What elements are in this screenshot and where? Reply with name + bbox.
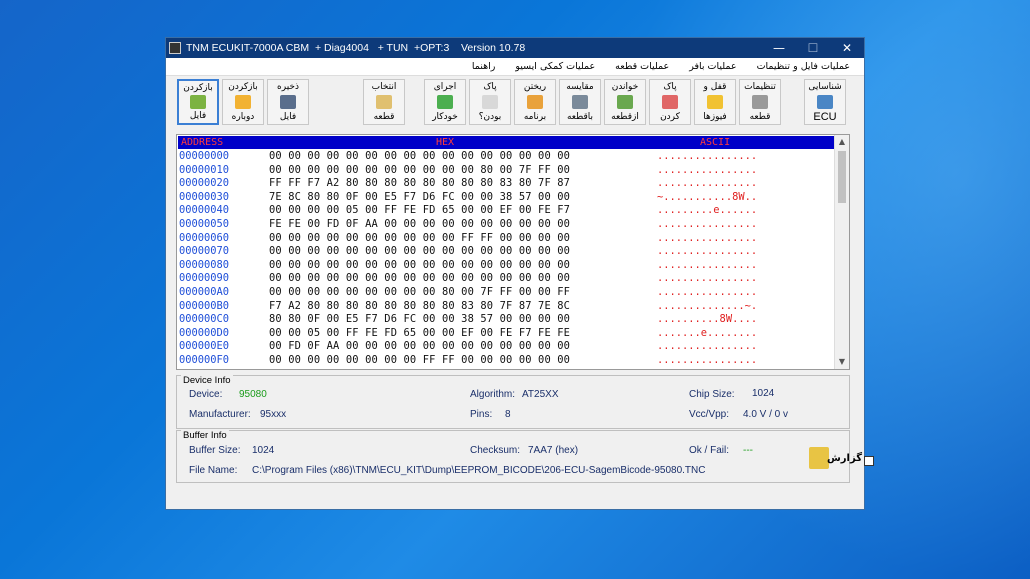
compare-button[interactable]: مقایسه باقطعه (559, 79, 601, 125)
eraser-icon (662, 95, 678, 109)
read-chip-icon (617, 95, 633, 109)
auto-run-button[interactable]: اجرای خودکار (424, 79, 466, 125)
ok-fail-value: --- (743, 445, 753, 456)
blank-check-button[interactable]: پاک بودن؟ (469, 79, 511, 125)
toolbar: بازکردن فایل بازکردن دوباره ذخیره فایل ا… (166, 76, 864, 130)
report-icon (809, 447, 829, 469)
hex-row[interactable]: 00000010 00 00 00 00 00 00 00 00 00 00 00… (179, 164, 834, 178)
device-info-group: Device Info Device: 95080 Algorithm: AT2… (176, 375, 850, 429)
hex-row[interactable]: 00000050 FE FE 00 FD 0F AA 00 00 00 00 00… (179, 218, 834, 232)
hex-row[interactable]: 00000000 00 00 00 00 00 00 00 00 00 00 00… (179, 150, 834, 164)
write-chip-icon (527, 95, 543, 109)
folder-open-icon (190, 95, 206, 109)
hex-row[interactable]: 000000C0 80 80 0F 00 E5 F7 D6 FC 00 00 38… (179, 313, 834, 327)
hex-rows: 00000000 00 00 00 00 00 00 00 00 00 00 00… (179, 150, 834, 368)
header-address: ADDRESS (181, 137, 224, 148)
close-button[interactable]: ✕ (830, 38, 864, 58)
save-file-button[interactable]: ذخیره فایل (267, 79, 309, 125)
lock-icon (707, 95, 723, 109)
hex-row[interactable]: 00000030 7E 8C 80 80 0F 00 E5 F7 D6 FC 00… (179, 191, 834, 205)
window-title: TNM ECUKIT-7000A CBM + Diag4004 + TUN +O… (186, 42, 526, 54)
algorithm-value: AT25XX (522, 389, 559, 400)
minimize-button[interactable]: — (762, 38, 796, 58)
hex-row[interactable]: 000000A0 00 00 00 00 00 00 00 00 00 80 00… (179, 286, 834, 300)
report-checkbox[interactable]: گزارش (809, 447, 875, 469)
floppy-disk-icon (280, 95, 296, 109)
hex-row[interactable]: 00000020 FF FF F7 A2 80 80 80 80 80 80 80… (179, 177, 834, 191)
compare-icon (572, 95, 588, 109)
select-chip-button[interactable]: انتخاب قطعه (363, 79, 405, 125)
header-ascii: ASCII (700, 137, 731, 148)
menu-bar: عملیات فایل و تنظیمات عملیات بافر عملیات… (166, 58, 864, 76)
chip-size-value: 1024 (752, 388, 775, 399)
title-bar[interactable]: TNM ECUKIT-7000A CBM + Diag4004 + TUN +O… (166, 38, 864, 58)
buffer-info-group: Buffer Info Buffer Size: 1024 Checksum: … (176, 430, 875, 483)
ecu-icon (817, 95, 833, 109)
vcc-value: 4.0 V / 0 v (743, 409, 789, 420)
pins-value: 8 (505, 409, 511, 420)
hex-row[interactable]: 000000F0 00 00 00 00 00 00 00 00 FF FF 00… (179, 354, 834, 368)
reopen-file-button[interactable]: بازکردن دوباره (222, 79, 264, 125)
menu-file-settings[interactable]: عملیات فایل و تنظیمات (747, 61, 860, 72)
report-label: گزارش (827, 452, 863, 464)
app-window: TNM ECUKIT-7000A CBM + Diag4004 + TUN +O… (165, 37, 875, 510)
manufacturer-value: 95xxx (260, 409, 287, 420)
scroll-up-icon[interactable]: ▲ (835, 135, 849, 149)
hex-row[interactable]: 000000D0 00 00 05 00 FF FE FD 65 00 00 EF… (179, 327, 834, 341)
device-value: 95080 (239, 389, 267, 400)
arrow-right-icon (437, 95, 453, 109)
scroll-thumb[interactable] (838, 151, 846, 203)
menu-ecu-tools[interactable]: عملیات کمکی ایسیو (505, 61, 605, 72)
vertical-scrollbar[interactable]: ▲ ▼ (834, 135, 849, 369)
menu-chip[interactable]: عملیات قطعه (605, 61, 679, 72)
header-hex: HEX (436, 137, 455, 148)
program-button[interactable]: ریختن برنامه (514, 79, 556, 125)
load-file-button[interactable]: بازکردن فایل (177, 79, 219, 125)
buffer-size-value: 1024 (252, 445, 275, 456)
checksum-value: 7AA7 (hex) (528, 445, 579, 456)
hex-row[interactable]: 00000070 00 00 00 00 00 00 00 00 00 00 00… (179, 245, 834, 259)
device-info-title: Device Info (181, 375, 233, 386)
hex-row[interactable]: 00000040 00 00 00 00 05 00 FF FE FD 65 00… (179, 204, 834, 218)
hex-row[interactable]: 000000E0 00 FD 0F AA 00 00 00 00 00 00 00… (179, 340, 834, 354)
hex-editor[interactable]: ADDRESS HEX ASCII 00000000 00 00 00 00 00… (176, 134, 850, 370)
hex-row[interactable]: 000000B0 F7 A2 80 80 80 80 80 80 80 80 83… (179, 300, 834, 314)
chip-select-icon (376, 95, 392, 109)
erase-button[interactable]: پاک کردن (649, 79, 691, 125)
blank-check-icon (482, 95, 498, 109)
menu-buffer[interactable]: عملیات بافر (679, 61, 746, 72)
app-icon (169, 42, 181, 54)
ecu-identify-button[interactable]: شناسایی ECU (804, 79, 846, 125)
gear-icon (752, 95, 768, 109)
fuses-button[interactable]: قفل و فیوزها (694, 79, 736, 125)
chip-settings-button[interactable]: تنظیمات قطعه (739, 79, 781, 125)
read-chip-button[interactable]: خواندن ازقطعه (604, 79, 646, 125)
menu-help[interactable]: راهنما (462, 61, 506, 72)
filename-value: C:\Program Files (x86)\TNM\ECU_KIT\Dump\… (252, 465, 706, 476)
scroll-down-icon[interactable]: ▼ (835, 355, 849, 369)
report-check[interactable] (864, 456, 875, 466)
buffer-info-title: Buffer Info (181, 430, 229, 441)
reopen-folder-icon (235, 95, 251, 109)
maximize-button[interactable]: ☐ (796, 38, 830, 58)
hex-header: ADDRESS HEX ASCII (178, 136, 834, 149)
hex-row[interactable]: 00000060 00 00 00 00 00 00 00 00 00 00 FF… (179, 232, 834, 246)
hex-row[interactable]: 00000090 00 00 00 00 00 00 00 00 00 00 00… (179, 272, 834, 286)
hex-row[interactable]: 00000080 00 00 00 00 00 00 00 00 00 00 00… (179, 259, 834, 273)
